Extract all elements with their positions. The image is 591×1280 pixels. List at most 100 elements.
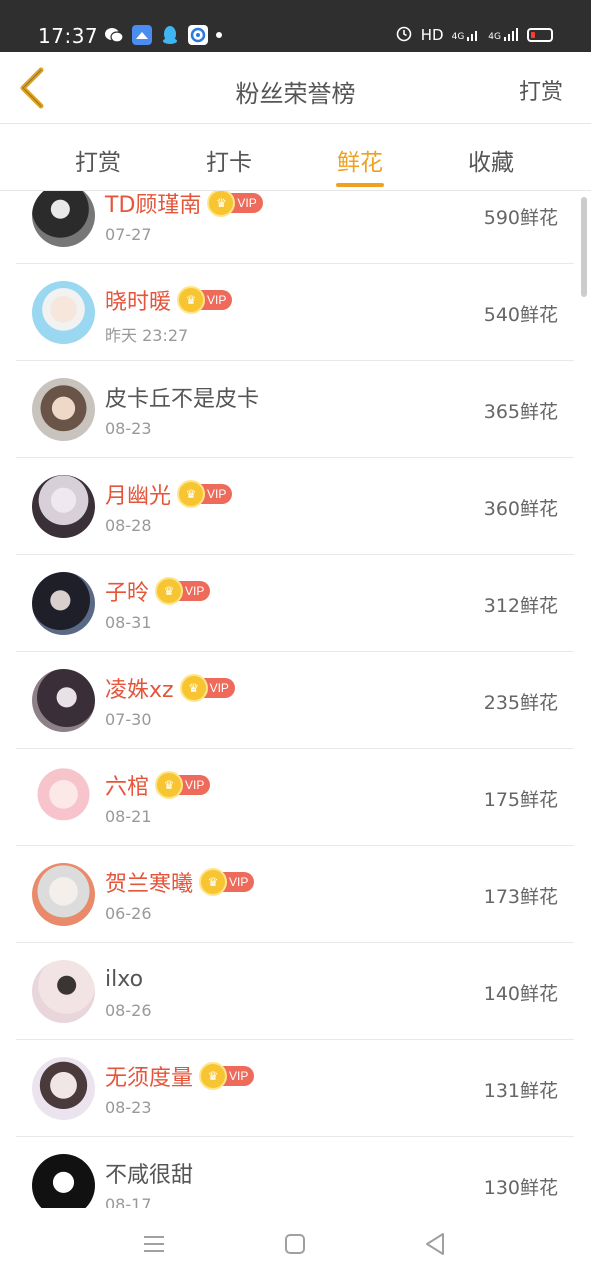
avatar <box>32 475 95 538</box>
name-line: 皮卡丘不是皮卡 <box>105 383 260 412</box>
crown-icon: ♛ <box>155 771 184 799</box>
vip-badge: ♛ VIP <box>199 1062 255 1090</box>
tab-favorites[interactable]: 收藏 <box>446 143 536 177</box>
crown-icon: ♛ <box>199 868 228 896</box>
crown-icon: ♛ <box>155 577 184 605</box>
reward-button[interactable]: 打赏 <box>519 74 563 106</box>
header: 粉丝荣誉榜 打赏 <box>0 52 591 124</box>
vip-label: VIP <box>237 196 257 210</box>
avatar <box>32 572 95 635</box>
vip-label: VIP <box>229 875 249 889</box>
avatar <box>32 766 95 829</box>
fan-name: 贺兰寒曦 <box>105 872 194 897</box>
battery-icon <box>527 28 553 42</box>
tab-checkin[interactable]: 打卡 <box>184 143 274 177</box>
list-item[interactable]: 晓时暖 ♛ VIP 昨天 23:27 540鲜花 <box>16 264 574 361</box>
fan-date: 07-30 <box>105 710 152 729</box>
tab-bar: 打赏 打卡 鲜花 收藏 <box>0 125 591 191</box>
flower-count: 365鲜花 <box>483 401 558 423</box>
fan-date: 08-21 <box>105 807 152 826</box>
vip-badge: ♛ VIP <box>155 771 211 799</box>
name-line: 不咸很甜 <box>105 1159 194 1188</box>
vip-badge: ♛ VIP <box>207 191 263 217</box>
status-indicators: HD 4G 4G <box>395 24 553 46</box>
scrollbar[interactable] <box>581 197 587 297</box>
wechat-icon <box>104 25 124 45</box>
avatar <box>32 1057 95 1120</box>
fan-date: 08-26 <box>105 1001 152 1020</box>
name-line: 月幽光 ♛ VIP <box>105 480 233 509</box>
fan-date: 08-31 <box>105 613 152 632</box>
list-item[interactable]: ilxo 08-26 140鲜花 <box>16 943 574 1040</box>
tab-reward[interactable]: 打赏 <box>53 143 143 177</box>
system-nav-bar <box>0 1208 591 1280</box>
avatar <box>32 1154 95 1208</box>
crown-icon: ♛ <box>199 1062 228 1090</box>
avatar <box>32 281 95 344</box>
list-item[interactable]: TD顾瑾南 ♛ VIP 07-27 590鲜花 <box>16 191 574 264</box>
avatar <box>32 863 95 926</box>
back-triangle-icon <box>426 1233 444 1255</box>
fan-name: 月幽光 <box>105 484 172 509</box>
list-item[interactable]: 六棺 ♛ VIP 08-21 175鲜花 <box>16 749 574 846</box>
list-item[interactable]: 凌姝xz ♛ VIP 07-30 235鲜花 <box>16 652 574 749</box>
fan-name: 无须度量 <box>105 1066 194 1091</box>
fan-date: 08-28 <box>105 516 152 535</box>
list-item[interactable]: 子昤 ♛ VIP 08-31 312鲜花 <box>16 555 574 652</box>
system-back-button[interactable] <box>421 1230 449 1258</box>
vip-label: VIP <box>209 681 229 695</box>
list-item[interactable]: 不咸很甜 08-17 130鲜花 <box>16 1137 574 1208</box>
fan-name: 六棺 <box>105 775 150 800</box>
vip-label: VIP <box>185 584 205 598</box>
fan-name: ilxo <box>105 966 144 992</box>
fan-date: 08-17 <box>105 1195 152 1208</box>
list-item[interactable]: 皮卡丘不是皮卡 08-23 365鲜花 <box>16 361 574 458</box>
name-line: 六棺 ♛ VIP <box>105 771 211 800</box>
vip-badge: ♛ VIP <box>155 577 211 605</box>
home-icon <box>285 1234 305 1254</box>
flower-count: 173鲜花 <box>483 886 558 908</box>
avatar <box>32 960 95 1023</box>
fan-name: TD顾瑾南 <box>105 193 202 218</box>
vip-label: VIP <box>229 1069 249 1083</box>
crown-icon: ♛ <box>179 674 208 702</box>
vip-badge: ♛ VIP <box>177 286 233 314</box>
flower-count: 140鲜花 <box>483 983 558 1005</box>
flower-count: 360鲜花 <box>483 498 558 520</box>
fan-name: 晓时暖 <box>105 290 172 315</box>
fan-name: 凌姝xz <box>105 678 174 703</box>
fan-ranking-list: TD顾瑾南 ♛ VIP 07-27 590鲜花 晓时暖 ♛ VIP 昨天 23:27… <box>0 191 591 1208</box>
list-item[interactable]: 贺兰寒曦 ♛ VIP 06-26 173鲜花 <box>16 846 574 943</box>
crown-icon: ♛ <box>177 286 206 314</box>
vip-label: VIP <box>185 778 205 792</box>
avatar <box>32 669 95 732</box>
name-line: 贺兰寒曦 ♛ VIP <box>105 868 255 897</box>
name-line: 晓时暖 ♛ VIP <box>105 286 233 315</box>
list-item[interactable]: 无须度量 ♛ VIP 08-23 131鲜花 <box>16 1040 574 1137</box>
status-time: 17:37 <box>38 24 99 48</box>
menu-button[interactable] <box>140 1230 168 1258</box>
flower-count: 130鲜花 <box>483 1177 558 1199</box>
fan-date: 08-23 <box>105 1098 152 1117</box>
fan-date: 07-27 <box>105 225 152 244</box>
fan-date: 08-23 <box>105 419 152 438</box>
page-title: 粉丝荣誉榜 <box>235 80 356 108</box>
signal-label-2: 4G <box>488 32 501 42</box>
cloud-drive-icon <box>132 25 152 45</box>
name-line: 凌姝xz ♛ VIP <box>105 674 235 703</box>
home-button[interactable] <box>281 1230 309 1258</box>
signal-label-1: 4G <box>451 32 465 42</box>
flower-count: 540鲜花 <box>483 304 558 326</box>
fan-date: 昨天 23:27 <box>105 326 189 345</box>
list-item[interactable]: 月幽光 ♛ VIP 08-28 360鲜花 <box>16 458 574 555</box>
qq-icon <box>160 25 180 45</box>
flower-count: 312鲜花 <box>483 595 558 617</box>
vip-badge: ♛ VIP <box>179 674 235 702</box>
vip-label: VIP <box>207 293 227 307</box>
fan-name: 不咸很甜 <box>105 1163 194 1188</box>
fan-name: 皮卡丘不是皮卡 <box>105 387 260 412</box>
name-line: 无须度量 ♛ VIP <box>105 1062 255 1091</box>
vip-badge: ♛ VIP <box>199 868 255 896</box>
tab-flowers[interactable]: 鲜花 <box>315 143 405 177</box>
fan-date: 06-26 <box>105 904 152 923</box>
